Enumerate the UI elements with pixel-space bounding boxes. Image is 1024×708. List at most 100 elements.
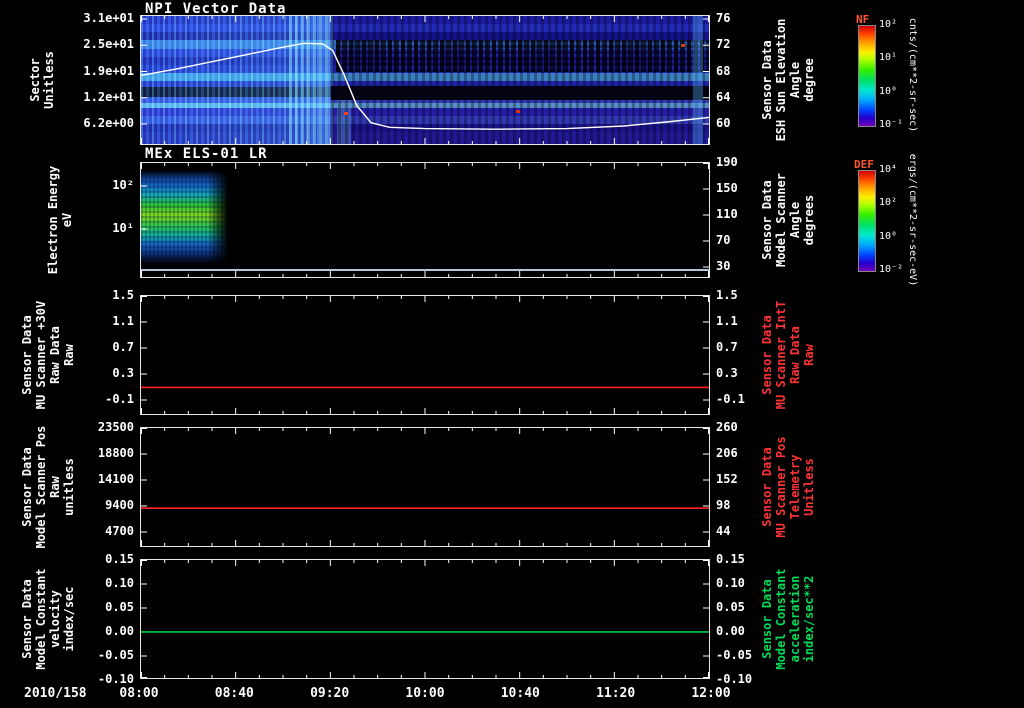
model-constant-plot bbox=[140, 559, 710, 679]
axis-label-line: Sector bbox=[28, 58, 42, 102]
panel2-right-tick-labels: 190 150 110 70 30 bbox=[716, 154, 764, 274]
tick-label: -0.05 bbox=[716, 648, 753, 662]
tick-label: 0.10 bbox=[105, 576, 134, 590]
els-spectrogram-plot bbox=[140, 162, 710, 278]
axis-label-line: index/sec bbox=[62, 586, 76, 652]
panel4-left-tick-labels: 23500 18800 14100 9400 4700 bbox=[76, 419, 134, 539]
tick-label: 98 bbox=[716, 498, 731, 512]
axis-label-line: unitless bbox=[62, 458, 76, 516]
panel5-right-tick-labels: 0.15 0.10 0.05 0.00 -0.05 -0.10 bbox=[716, 551, 764, 687]
axis-label-line: Electron Energy bbox=[46, 165, 60, 275]
tick-label: 64 bbox=[716, 89, 731, 104]
tick-label: 23500 bbox=[97, 420, 134, 434]
tick-label: -0.1 bbox=[716, 392, 745, 406]
colorbar-def bbox=[858, 170, 876, 272]
axis-label-line: degree bbox=[802, 58, 816, 102]
axis-label-line: MU Scanner Pos bbox=[774, 436, 788, 538]
tick-label: 0.7 bbox=[716, 340, 738, 354]
axis-label-line: Raw bbox=[48, 476, 62, 498]
axis-label-line: Sensor Data bbox=[760, 180, 774, 260]
tick-label: 1.5 bbox=[112, 288, 134, 302]
colorbar-tick-label: 10² bbox=[879, 197, 898, 209]
colorbar-tick-label: 10⁻² bbox=[879, 263, 904, 275]
panel3-left-tick-labels: 1.5 1.1 0.7 0.3 -0.1 bbox=[86, 287, 134, 407]
axis-label-line: Sensor Data bbox=[20, 447, 34, 527]
time-tick-label: 08:00 bbox=[119, 686, 159, 701]
tick-label: 1.2e+01 bbox=[83, 89, 134, 104]
tick-label: 190 bbox=[716, 155, 738, 169]
tick-label: 1.5 bbox=[716, 288, 738, 302]
tick-label: 0.05 bbox=[105, 600, 134, 614]
axis-label-line: Model Scanner bbox=[774, 173, 788, 267]
time-tick-label: 11:20 bbox=[596, 686, 636, 701]
tick-label: 30 bbox=[716, 259, 731, 273]
tick-label: 0.3 bbox=[112, 366, 134, 380]
axis-label-line: Raw bbox=[802, 344, 816, 366]
scanner-pos-plot bbox=[140, 427, 710, 547]
colorbar-tick-label: 10² bbox=[879, 19, 898, 30]
tick-label: 0.7 bbox=[112, 340, 134, 354]
npi-spectrogram-plot bbox=[140, 15, 710, 145]
axis-label-line: Sensor Data bbox=[20, 315, 34, 395]
tick-label: 0.00 bbox=[716, 624, 745, 638]
axis-label-line: Angle bbox=[788, 61, 802, 99]
tick-label: 2.5e+01 bbox=[83, 37, 134, 52]
tick-label: 0.10 bbox=[716, 576, 745, 590]
axis-label-line: Sensor Data bbox=[760, 315, 774, 395]
axis-label-line: Sensor Data bbox=[20, 579, 34, 659]
colorbar-tick-label: 10¹ bbox=[879, 52, 898, 64]
axis-label-line: Raw bbox=[62, 344, 76, 366]
tick-label: 0.05 bbox=[716, 600, 745, 614]
axis-label-line: velocity bbox=[48, 590, 62, 648]
panel1-left-tick-labels: 3.1e+01 2.5e+01 1.9e+01 1.2e+01 6.2e+00 bbox=[70, 10, 134, 131]
panel5-y-axis-label: Sensor Data Model Constant velocity index/s… bbox=[20, 568, 76, 669]
tick-label: 152 bbox=[716, 472, 738, 486]
axis-label-line: Angle bbox=[788, 201, 802, 239]
tick-label: 10¹ bbox=[112, 221, 134, 235]
plot-screen: NPI Vector Data Sector Unitless 3.1e+01 2.… bbox=[0, 0, 1024, 708]
tick-label: 44 bbox=[716, 524, 731, 538]
axis-label-line: Unitless bbox=[802, 458, 816, 516]
colorbar-tick-label: 10⁰ bbox=[879, 85, 898, 97]
tick-label: -0.10 bbox=[716, 672, 753, 686]
axis-label-line: ESH Sun Elevation bbox=[774, 18, 788, 142]
axis-label-line: Raw Data bbox=[788, 326, 802, 384]
colorbar-nf bbox=[858, 25, 876, 127]
tick-label: 0.15 bbox=[105, 552, 134, 566]
tick-label: 4700 bbox=[105, 524, 134, 538]
time-tick-label: 09:20 bbox=[310, 686, 350, 701]
axis-label-line: acceleration bbox=[788, 575, 802, 663]
tick-label: 76 bbox=[716, 11, 731, 25]
panel3-y-axis-label: Sensor Data MU Scanner +30V Raw Data Raw bbox=[20, 301, 76, 409]
tick-label: 0.00 bbox=[105, 624, 134, 638]
axis-label-line: Telemetry bbox=[788, 454, 802, 520]
tick-label: 1.1 bbox=[112, 314, 134, 328]
axis-label-line: degrees bbox=[802, 194, 816, 246]
axis-label-line: Sensor Data bbox=[760, 447, 774, 527]
tick-label: 150 bbox=[716, 181, 738, 195]
tick-label: 60 bbox=[716, 116, 731, 130]
tick-label: 18800 bbox=[97, 446, 134, 460]
colorbar-tick-label: 10⁴ bbox=[879, 164, 898, 175]
axis-label-line: index/sec**2 bbox=[802, 575, 816, 663]
axis-label-line: Model Scanner Pos bbox=[34, 425, 48, 549]
panel5-left-tick-labels: 0.15 0.10 0.05 0.00 -0.05 -0.10 bbox=[82, 551, 134, 687]
panel1-right-tick-labels: 76 72 68 64 60 bbox=[716, 10, 764, 131]
axis-label-line: Sensor Data bbox=[760, 579, 774, 659]
tick-label: 70 bbox=[716, 233, 731, 247]
tick-label: 0.3 bbox=[716, 366, 738, 380]
axis-label-line: eV bbox=[60, 212, 74, 228]
panel2-y-axis-label: Electron Energy eV bbox=[46, 166, 74, 274]
panel5-right-axis-label: Sensor Data Model Constant acceleration ind… bbox=[760, 568, 816, 669]
tick-label: 110 bbox=[716, 207, 738, 221]
tick-label: 260 bbox=[716, 420, 738, 434]
tick-label: 72 bbox=[716, 37, 731, 52]
panel1-right-axis-label: Sensor Data ESH Sun Elevation Angle degree bbox=[760, 19, 816, 142]
panel2-title: MEx ELS-01 LR bbox=[145, 146, 268, 162]
tick-label: 14100 bbox=[97, 472, 134, 486]
time-tick-label: 12:00 bbox=[691, 686, 731, 701]
axis-label-line: Raw Data bbox=[48, 326, 62, 384]
x-axis-tick-labels: 08:00 08:40 09:20 10:00 10:40 11:20 12:00 bbox=[116, 686, 734, 701]
colorbar-def-units-label: ergs/(cm**2-sr-sec-eV) bbox=[907, 153, 918, 287]
axis-label-line: Sensor Data bbox=[760, 40, 774, 120]
